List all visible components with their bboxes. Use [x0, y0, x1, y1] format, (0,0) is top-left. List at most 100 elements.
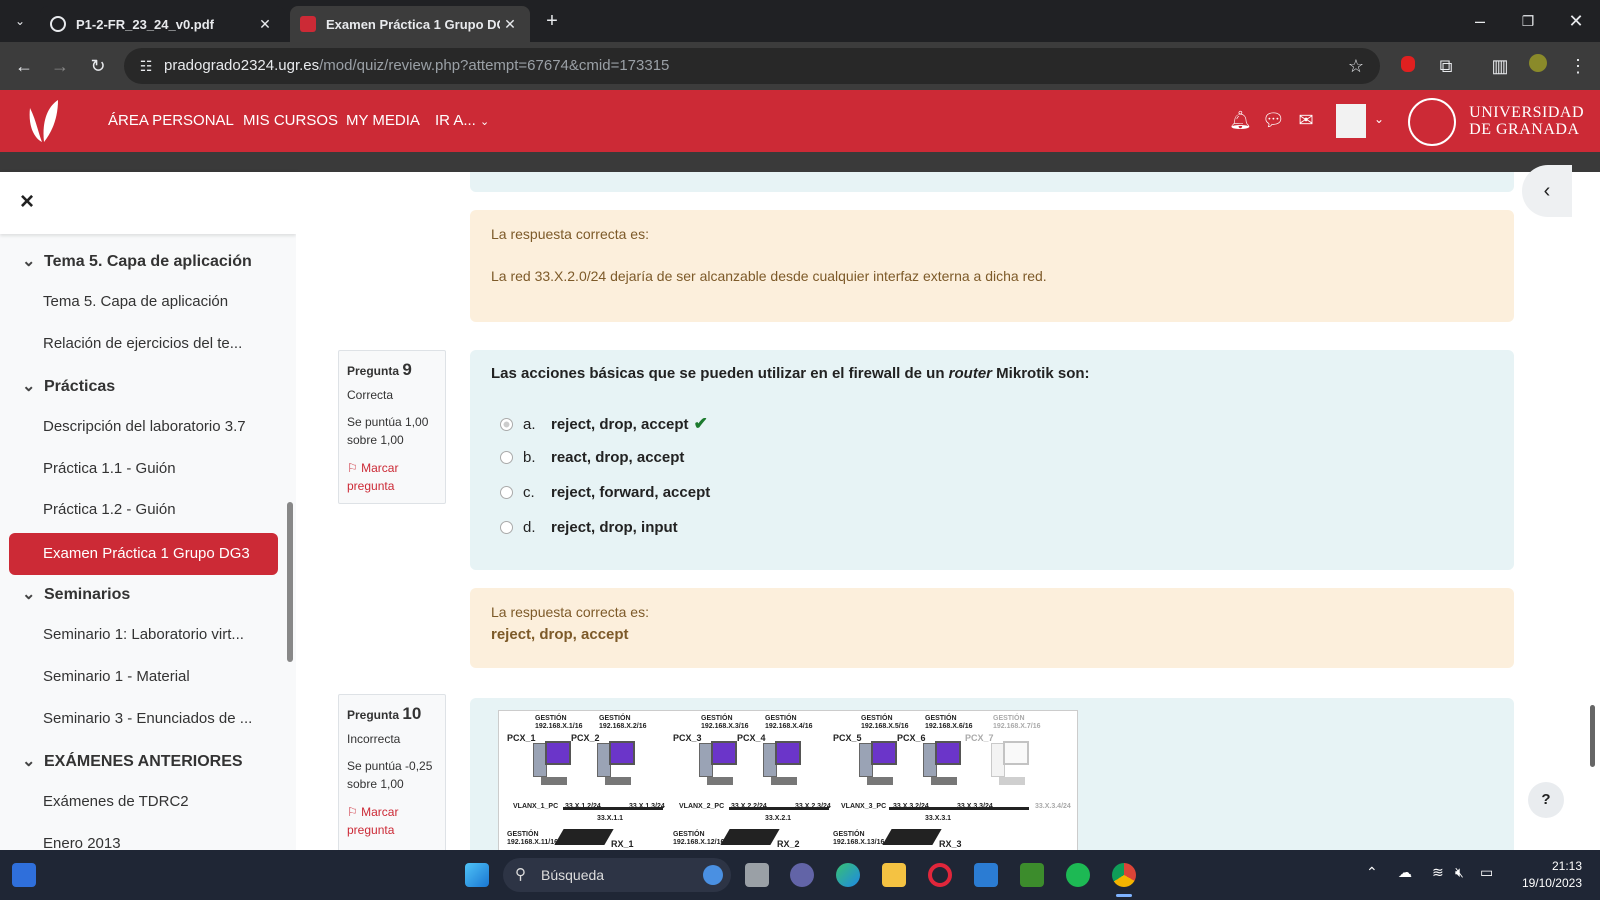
onedrive-icon[interactable]: ☁: [1398, 864, 1412, 881]
tab-exam[interactable]: Examen Práctica 1 Grupo DG3: ✕: [290, 6, 530, 42]
task-view-icon[interactable]: [745, 863, 769, 887]
tab-search-icon[interactable]: ⌄: [8, 9, 32, 33]
drawer-item[interactable]: Relación de ejercicios del te...: [43, 335, 242, 352]
radio[interactable]: [500, 521, 513, 534]
reload-icon[interactable]: ↻: [86, 54, 110, 78]
search-placeholder: Búsqueda: [541, 867, 605, 883]
tray-chevron-up-icon[interactable]: ⌃: [1366, 864, 1378, 881]
section-seminarios[interactable]: ⌄ Seminarios: [22, 584, 130, 604]
close-drawer-icon[interactable]: ×: [20, 188, 34, 216]
score-line: Se puntúa -0,25: [347, 759, 433, 773]
nav-mis-cursos[interactable]: MIS CURSOS: [243, 90, 338, 152]
close-tab-icon[interactable]: ✕: [255, 16, 275, 33]
widgets-icon[interactable]: [12, 863, 36, 887]
radio[interactable]: [500, 486, 513, 499]
section-tema5[interactable]: ⌄ Tema 5. Capa de aplicación: [22, 251, 252, 271]
restore-icon[interactable]: ❐: [1516, 9, 1540, 33]
file-explorer-icon[interactable]: [882, 863, 906, 887]
battery-icon[interactable]: ▭: [1480, 864, 1493, 881]
drawer-item[interactable]: Descripción del laboratorio 3.7: [43, 418, 246, 435]
spotify-icon[interactable]: [1066, 863, 1090, 887]
user-avatar[interactable]: [1336, 104, 1366, 138]
flag-question-link[interactable]: ⚐ Marcar pregunta: [347, 803, 437, 839]
teams-icon[interactable]: [790, 863, 814, 887]
mail-app-icon[interactable]: [974, 863, 998, 887]
vlan-label: VLANX_1_PC: [513, 803, 559, 810]
option-text: reject, drop, input: [551, 519, 678, 536]
section-examenes[interactable]: ⌄ EXÁMENES ANTERIORES: [22, 751, 243, 771]
taskbar-clock[interactable]: 21:13 19/10/2023: [1522, 858, 1582, 892]
option-b[interactable]: b. react, drop, accept: [500, 449, 684, 466]
side-panel-icon[interactable]: ▥: [1488, 54, 1512, 78]
close-window-icon[interactable]: ✕: [1564, 9, 1588, 33]
question-state: Incorrecta: [347, 732, 401, 746]
chrome-icon[interactable]: [1112, 863, 1136, 887]
new-tab-icon[interactable]: +: [540, 9, 564, 33]
option-letter: b.: [523, 449, 536, 466]
radio-selected[interactable]: [500, 417, 513, 431]
option-a[interactable]: a. reject, drop, accept ✔: [500, 414, 708, 434]
gw-label: 33.X.3.1: [925, 815, 952, 822]
browser-tab-strip: ⌄ P1-2-FR_23_24_v0.pdf ✕ Examen Práctica…: [0, 0, 1600, 42]
router-icon: [554, 829, 614, 845]
chat-bubble-icon[interactable]: 💬︎: [1262, 110, 1285, 131]
user-menu-chevron-icon[interactable]: ⌄: [1368, 112, 1390, 126]
extension-red-icon[interactable]: [1396, 54, 1420, 78]
bookmark-star-icon[interactable]: ☆: [1344, 54, 1368, 78]
clock-date: 19/10/2023: [1521, 876, 1582, 890]
ugr-logo[interactable]: [24, 98, 64, 144]
flag-label: pregunta: [347, 823, 395, 837]
help-button[interactable]: ?: [1528, 782, 1564, 818]
drawer-item[interactable]: Práctica 1.2 - Guión: [43, 501, 176, 518]
drawer-item[interactable]: Seminario 3 - Enunciados de ...: [43, 710, 252, 727]
minimize-icon[interactable]: –: [1468, 9, 1492, 33]
opera-icon[interactable]: [928, 863, 952, 887]
flag-label: Marcar: [361, 805, 399, 819]
profile-avatar-icon[interactable]: [1526, 54, 1550, 78]
option-letter: c.: [523, 484, 535, 501]
option-d[interactable]: d. reject, drop, input: [500, 519, 678, 536]
address-bar[interactable]: ☷ pradogrado2324.ugr.es/mod/quiz/review.…: [124, 48, 1380, 84]
question-info-9: Pregunta 9 Correcta Se puntúa 1,00 sobre…: [338, 350, 446, 504]
drawer-item[interactable]: Exámenes de TDRC2: [43, 793, 189, 810]
university-name[interactable]: UNIVERSIDAD DE GRANADA: [1469, 104, 1584, 138]
drawer-scrollbar[interactable]: [287, 502, 293, 662]
drawer-item-active[interactable]: Examen Práctica 1 Grupo DG3: [9, 533, 278, 575]
volume-muted-icon[interactable]: 🔇︎: [1455, 864, 1464, 881]
pc-label: PCX_6: [897, 733, 926, 743]
flag-question-link[interactable]: ⚐ Marcar pregunta: [347, 459, 437, 495]
edge-icon[interactable]: [836, 863, 860, 887]
question-text: Las acciones básicas que se pueden utili…: [491, 365, 1090, 382]
drawer-item[interactable]: Práctica 1.1 - Guión: [43, 460, 176, 477]
drawer-item[interactable]: Enero 2013: [43, 835, 121, 850]
section-practicas[interactable]: ⌄ Prácticas: [22, 376, 115, 396]
minecraft-icon[interactable]: [1020, 863, 1044, 887]
forward-icon[interactable]: →: [48, 54, 72, 78]
drawer-item[interactable]: Seminario 1 - Material: [43, 668, 190, 685]
mail-icon[interactable]: ✉: [1295, 110, 1317, 131]
pc-label: PCX_5: [833, 733, 862, 743]
close-tab-icon[interactable]: ✕: [500, 16, 520, 33]
tab-pdf[interactable]: P1-2-FR_23_24_v0.pdf ✕: [40, 6, 285, 42]
option-text: reject, forward, accept: [551, 484, 711, 501]
wifi-icon[interactable]: ≋: [1432, 864, 1444, 881]
bell-icon[interactable]: 🔔︎: [1229, 110, 1252, 131]
ip-label: 192.168.X.2/16: [599, 723, 647, 730]
drawer-item[interactable]: Tema 5. Capa de aplicación: [43, 293, 228, 310]
main-scrollbar[interactable]: [1590, 705, 1595, 767]
taskbar-search[interactable]: ⚲ Búsqueda: [503, 858, 731, 892]
open-block-drawer-chevron-left-icon[interactable]: ‹: [1522, 165, 1572, 217]
router-icon: [882, 829, 942, 845]
site-info-icon[interactable]: ☷: [134, 54, 158, 78]
windows-start-icon[interactable]: [465, 863, 489, 887]
drawer-item[interactable]: Seminario 1: Laboratorio virt...: [43, 626, 244, 643]
nav-my-media[interactable]: MY MEDIA: [346, 90, 420, 152]
radio[interactable]: [500, 451, 513, 464]
browser-menu-icon[interactable]: ⋮: [1566, 54, 1590, 78]
nav-area-personal[interactable]: ÁREA PERSONAL: [108, 90, 234, 152]
router-label: RX_3: [939, 839, 962, 849]
extensions-puzzle-icon[interactable]: ⧉: [1434, 54, 1458, 78]
option-c[interactable]: c. reject, forward, accept: [500, 484, 710, 501]
nav-ir-a[interactable]: IR A... ⌄: [435, 90, 489, 152]
back-icon[interactable]: ←: [12, 54, 36, 78]
